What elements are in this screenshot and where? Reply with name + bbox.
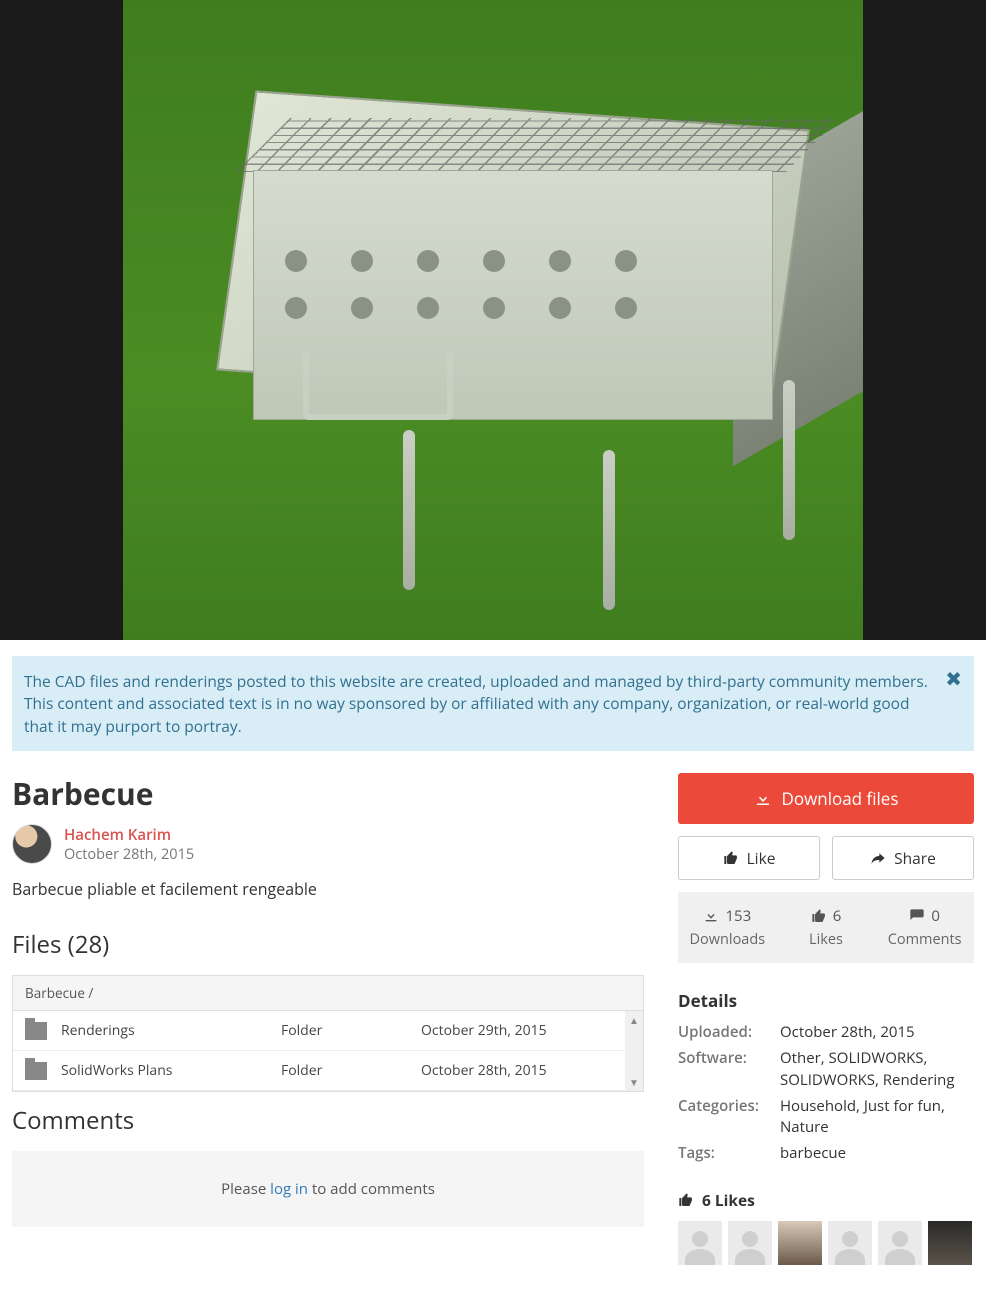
comments-prompt: Please log in to add comments	[12, 1151, 644, 1227]
scrollbar[interactable]: ▲▼	[625, 1011, 643, 1091]
thumbs-up-icon	[811, 908, 827, 924]
model-render[interactable]	[123, 0, 863, 640]
details-heading: Details	[678, 989, 974, 1012]
stat-comments: 0 Comments	[875, 906, 974, 949]
breadcrumb[interactable]: Barbecue /	[13, 976, 643, 1011]
disclaimer-text: The CAD files and renderings posted to t…	[24, 670, 928, 737]
share-icon	[870, 850, 886, 866]
stat-likes: 6 Likes	[777, 906, 876, 949]
table-row[interactable]: Renderings Folder October 29th, 2015	[13, 1011, 643, 1051]
share-button[interactable]: Share	[832, 836, 974, 880]
page-title: Barbecue	[12, 773, 644, 814]
comment-icon	[909, 908, 925, 924]
file-type: Folder	[281, 1021, 421, 1040]
comments-heading: Comments	[12, 1104, 644, 1137]
login-link[interactable]: log in	[270, 1179, 308, 1199]
file-name: SolidWorks Plans	[61, 1061, 281, 1080]
stat-downloads: 153 Downloads	[678, 906, 777, 949]
folder-icon	[25, 1022, 47, 1040]
liker-avatar[interactable]	[928, 1221, 972, 1265]
avatar[interactable]	[12, 824, 52, 864]
stats-bar: 153 Downloads 6 Likes 0 Comments	[678, 892, 974, 963]
description: Barbecue pliable et facilement rengeable	[12, 878, 644, 900]
liker-avatar[interactable]	[778, 1221, 822, 1265]
liker-avatar[interactable]	[728, 1221, 772, 1265]
disclaimer-banner: The CAD files and renderings posted to t…	[12, 656, 974, 751]
file-type: Folder	[281, 1061, 421, 1080]
files-heading: Files (28)	[12, 928, 644, 961]
file-date: October 29th, 2015	[421, 1021, 631, 1040]
download-button[interactable]: Download files	[678, 773, 974, 824]
author-link[interactable]: Hachem Karim	[64, 825, 194, 845]
file-date: October 28th, 2015	[421, 1061, 631, 1080]
download-icon	[754, 790, 772, 808]
file-name: Renderings	[61, 1021, 281, 1040]
table-row[interactable]: SolidWorks Plans Folder October 28th, 20…	[13, 1051, 643, 1091]
close-icon[interactable]: ✖	[945, 664, 962, 693]
thumbs-up-icon	[678, 1192, 694, 1208]
likes-section: 6 Likes	[678, 1189, 974, 1265]
thumbs-up-icon	[723, 850, 739, 866]
upload-date: October 28th, 2015	[64, 845, 194, 864]
hero-image-area	[0, 0, 986, 640]
liker-avatar[interactable]	[828, 1221, 872, 1265]
like-button[interactable]: Like	[678, 836, 820, 880]
liker-avatar[interactable]	[678, 1221, 722, 1265]
scroll-up-icon[interactable]: ▲	[625, 1011, 643, 1029]
files-table: Barbecue / Renderings Folder October 29t…	[12, 975, 644, 1092]
folder-icon	[25, 1062, 47, 1080]
details-section: Details Uploaded:October 28th, 2015 Soft…	[678, 989, 974, 1165]
liker-avatar[interactable]	[878, 1221, 922, 1265]
scroll-down-icon[interactable]: ▼	[625, 1073, 643, 1091]
download-icon	[703, 908, 719, 924]
